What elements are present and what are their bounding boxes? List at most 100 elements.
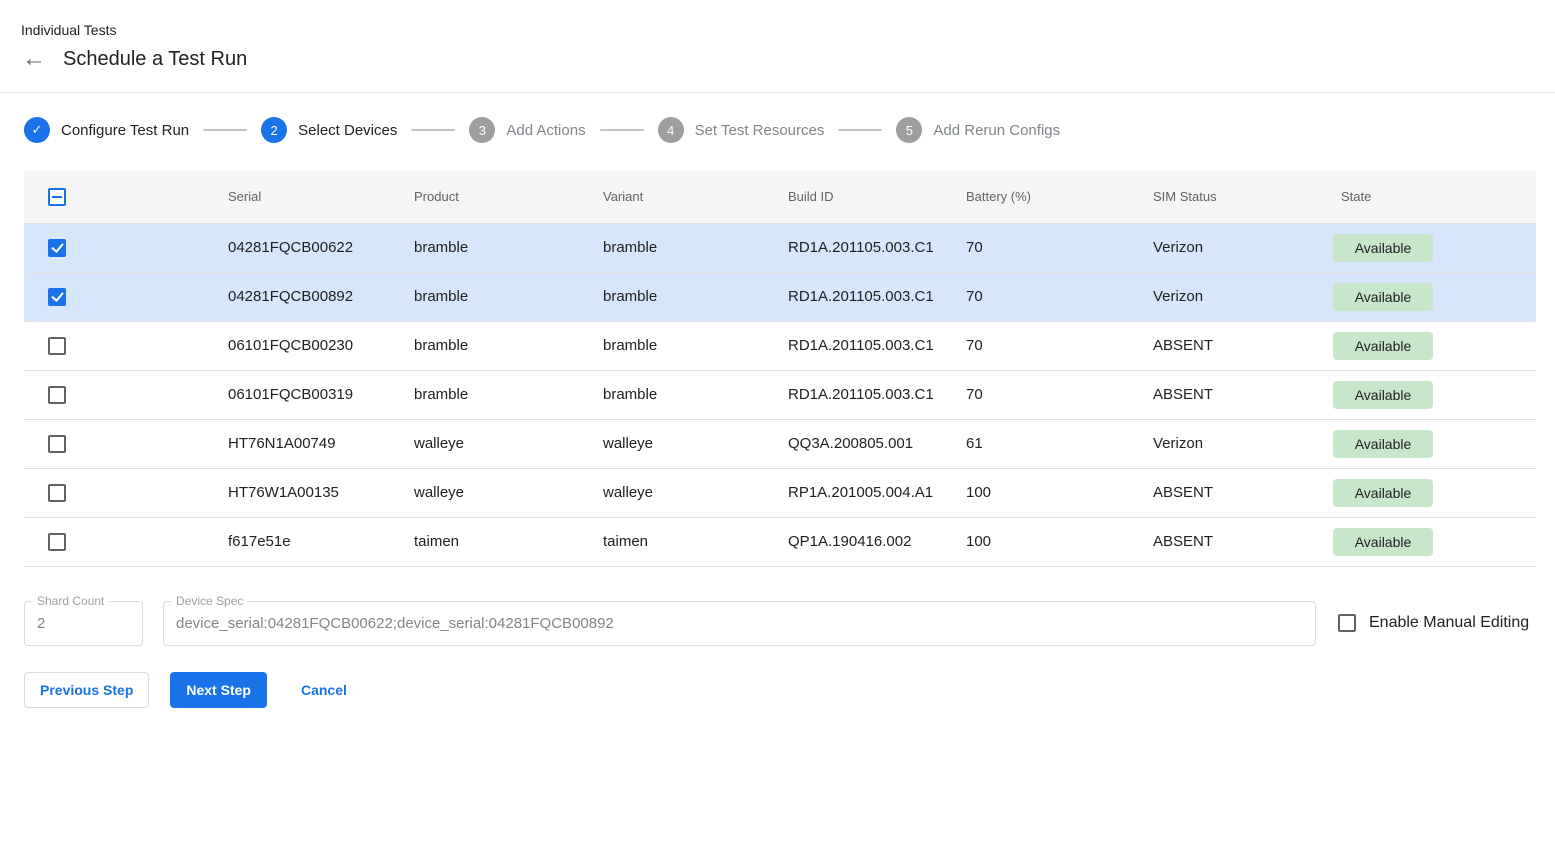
cell-variant: taimen (579, 517, 764, 566)
device-row[interactable]: 06101FQCB00319bramblebrambleRD1A.201105.… (24, 370, 1536, 419)
state-badge: Available (1333, 332, 1433, 360)
state-badge: Available (1333, 430, 1433, 458)
step-label: Add Actions (506, 122, 585, 139)
step-number: 5 (896, 117, 922, 143)
device-row[interactable]: HT76N1A00749walleyewalleyeQQ3A.200805.00… (24, 419, 1536, 468)
back-arrow-icon[interactable]: ← (21, 47, 47, 71)
cell-battery: 70 (942, 321, 1129, 370)
select-all-checkbox[interactable] (48, 188, 66, 206)
cell-serial: HT76N1A00749 (204, 419, 390, 468)
cell-battery: 100 (942, 468, 1129, 517)
page-header: Individual Tests ← Schedule a Test Run (0, 0, 1555, 71)
cell-sim-status: Verizon (1129, 223, 1317, 272)
step-label: Select Devices (298, 122, 397, 139)
cell-build-id: RP1A.201005.004.A1 (764, 468, 942, 517)
step-check-icon: ✓ (24, 117, 50, 143)
page-title: Schedule a Test Run (63, 48, 247, 71)
column-header-serial: Serial (204, 171, 390, 223)
device-spec-field: Device Spec (163, 601, 1316, 646)
device-row[interactable]: 04281FQCB00892bramblebrambleRD1A.201105.… (24, 272, 1536, 321)
action-bar: Previous Step Next Step Cancel (24, 672, 1531, 708)
manual-editing-label: Enable Manual Editing (1369, 614, 1529, 632)
row-checkbox[interactable] (48, 288, 66, 306)
cell-build-id: RD1A.201105.003.C1 (764, 223, 942, 272)
breadcrumb: Individual Tests (21, 22, 1531, 38)
cell-sim-status: ABSENT (1129, 468, 1317, 517)
cell-state: Available (1317, 419, 1536, 468)
cell-state: Available (1317, 272, 1536, 321)
stepper-step-set-test-resources[interactable]: 4Set Test Resources (658, 117, 825, 143)
cell-state: Available (1317, 517, 1536, 566)
row-checkbox[interactable] (48, 386, 66, 404)
cell-serial: f617e51e (204, 517, 390, 566)
cell-serial: 04281FQCB00622 (204, 223, 390, 272)
cell-state: Available (1317, 468, 1536, 517)
state-badge: Available (1333, 283, 1433, 311)
row-checkbox[interactable] (48, 484, 66, 502)
cell-build-id: QQ3A.200805.001 (764, 419, 942, 468)
stepper-step-configure-test-run[interactable]: ✓ Configure Test Run (24, 117, 189, 143)
row-checkbox-cell (24, 223, 204, 272)
cell-variant: bramble (579, 272, 764, 321)
cell-battery: 61 (942, 419, 1129, 468)
cancel-button[interactable]: Cancel (285, 672, 363, 708)
cell-sim-status: ABSENT (1129, 321, 1317, 370)
cell-build-id: QP1A.190416.002 (764, 517, 942, 566)
row-checkbox[interactable] (48, 239, 66, 257)
cell-state: Available (1317, 370, 1536, 419)
previous-step-button[interactable]: Previous Step (24, 672, 149, 708)
cell-product: bramble (390, 370, 579, 419)
shard-count-input[interactable] (37, 615, 130, 632)
enable-manual-editing-toggle[interactable]: Enable Manual Editing (1338, 614, 1529, 632)
cell-state: Available (1317, 223, 1536, 272)
stepper-step-add-rerun-configs[interactable]: 5 Add Rerun Configs (896, 117, 1060, 143)
step-label: Add Rerun Configs (933, 122, 1060, 139)
device-row[interactable]: f617e51etaimentaimenQP1A.190416.002100AB… (24, 517, 1536, 566)
stepper-connector (838, 129, 882, 131)
cell-product: bramble (390, 272, 579, 321)
cell-build-id: RD1A.201105.003.C1 (764, 272, 942, 321)
column-header-product: Product (390, 171, 579, 223)
column-header-build-id: Build ID (764, 171, 942, 223)
cell-product: taimen (390, 517, 579, 566)
cell-product: walleye (390, 468, 579, 517)
device-row[interactable]: 04281FQCB00622bramblebrambleRD1A.201105.… (24, 223, 1536, 272)
row-checkbox[interactable] (48, 533, 66, 551)
stepper-step-select-devices[interactable]: 2 Select Devices (261, 117, 397, 143)
stepper-connector (203, 129, 247, 131)
row-checkbox-cell (24, 370, 204, 419)
stepper: ✓ Configure Test Run 2 Select Devices 3 Add A… (0, 93, 1555, 143)
stepper-step-add-actions[interactable]: 3 Add Actions (469, 117, 585, 143)
stepper-connector (411, 129, 455, 131)
device-table-body: 04281FQCB00622bramblebrambleRD1A.201105.… (24, 223, 1536, 566)
column-header-battery: Battery (%) (942, 171, 1129, 223)
step-number: 3 (469, 117, 495, 143)
row-checkbox[interactable] (48, 337, 66, 355)
form-row: Shard Count Device Spec Enable Manual Ed… (24, 601, 1531, 646)
cell-product: walleye (390, 419, 579, 468)
column-header-sim-status: SIM Status (1129, 171, 1317, 223)
device-spec-input[interactable] (176, 615, 1303, 632)
table-header-row: SerialProductVariantBuild IDBattery (%)S… (24, 171, 1536, 223)
cell-variant: walleye (579, 468, 764, 517)
device-spec-label: Device Spec (172, 594, 247, 608)
cell-serial: 04281FQCB00892 (204, 272, 390, 321)
step-number: 2 (261, 117, 287, 143)
state-badge: Available (1333, 479, 1433, 507)
row-checkbox[interactable] (48, 435, 66, 453)
step-number: 4 (658, 117, 684, 143)
cell-product: bramble (390, 321, 579, 370)
device-row[interactable]: HT76W1A00135walleyewalleyeRP1A.201005.00… (24, 468, 1536, 517)
state-badge: Available (1333, 234, 1433, 262)
cell-serial: 06101FQCB00230 (204, 321, 390, 370)
next-step-button[interactable]: Next Step (170, 672, 267, 708)
cell-sim-status: ABSENT (1129, 370, 1317, 419)
cell-variant: walleye (579, 419, 764, 468)
cell-sim-status: ABSENT (1129, 517, 1317, 566)
state-badge: Available (1333, 528, 1433, 556)
manual-editing-checkbox[interactable] (1338, 614, 1356, 632)
device-row[interactable]: 06101FQCB00230bramblebrambleRD1A.201105.… (24, 321, 1536, 370)
step-label: Configure Test Run (61, 122, 189, 139)
shard-count-label: Shard Count (33, 594, 108, 608)
cell-sim-status: Verizon (1129, 272, 1317, 321)
